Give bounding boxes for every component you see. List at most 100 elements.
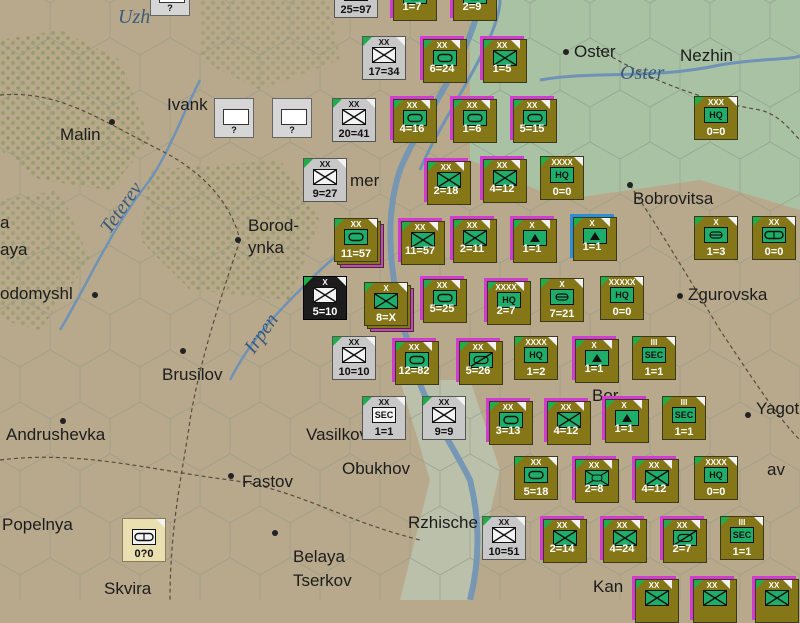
city-a[interactable]: a bbox=[0, 214, 9, 232]
unit-counter[interactable]: X 1=1 bbox=[572, 336, 619, 383]
unit-counter[interactable]: X 5=10 bbox=[303, 276, 347, 320]
unknown-unit-counter[interactable]: ? bbox=[214, 98, 254, 138]
unit-counter[interactable]: X 1=1 bbox=[602, 396, 649, 443]
city-rzhische[interactable]: Rzhische bbox=[408, 514, 478, 532]
unit-counter[interactable]: 0?0 bbox=[122, 518, 166, 562]
city-vasilkov[interactable]: Vasilkov bbox=[306, 426, 368, 444]
unit-strength: 1=1 bbox=[374, 426, 394, 438]
unit-size: XX bbox=[408, 343, 420, 352]
city-zgurovska[interactable]: Zgurovska bbox=[688, 286, 767, 304]
city-belaya-tserkov[interactable]: Belaya Tserkov bbox=[293, 545, 352, 593]
unit-counter[interactable]: X 7=21 bbox=[540, 278, 584, 322]
unit-size: XX bbox=[498, 518, 510, 527]
unit-counter[interactable]: X 8=X bbox=[364, 282, 414, 332]
unit-type-icon bbox=[342, 347, 366, 363]
unit-counter[interactable]: XXXX HQ 0=0 bbox=[540, 156, 584, 200]
unit-counter[interactable]: XX 3=13 bbox=[486, 398, 533, 445]
unit-type-icon bbox=[492, 527, 516, 543]
unit-counter[interactable]: XX 5=26 bbox=[456, 338, 503, 385]
city-bobrovitsa[interactable]: Bobrovitsa bbox=[633, 190, 713, 208]
unit-size: XX bbox=[350, 220, 362, 229]
unit-counter[interactable]: XX 2=18 bbox=[424, 158, 471, 205]
unit-size: XX bbox=[440, 163, 452, 172]
unit-strength: 17=34 bbox=[368, 66, 400, 78]
unit-strength: 20=41 bbox=[338, 128, 370, 140]
unit-counter[interactable]: XX 4=12 bbox=[480, 156, 527, 203]
unit-strength: 1=5 bbox=[492, 63, 512, 75]
unit-counter[interactable]: XX 6=24 bbox=[420, 36, 467, 83]
unit-counter[interactable]: XX 11=57 bbox=[334, 218, 384, 268]
unit-counter[interactable]: XX 9=9 bbox=[422, 396, 466, 440]
unknown-unit-counter[interactable]: ? bbox=[150, 0, 190, 16]
unit-counter[interactable]: XX1=7 bbox=[390, 0, 437, 21]
unit-counter[interactable]: III SEC 1=1 bbox=[632, 336, 676, 380]
unit-counter[interactable]: XX 10=51 bbox=[482, 516, 526, 560]
unit-counter[interactable]: XX SEC 1=1 bbox=[362, 396, 406, 440]
river-label-oster: Oster bbox=[620, 62, 665, 84]
city-brusilov[interactable]: Brusilov bbox=[162, 366, 222, 384]
unit-counter[interactable]: XX25=97 bbox=[334, 0, 378, 18]
unit-strength: 11=57 bbox=[404, 245, 436, 257]
city-ivank[interactable]: Ivank bbox=[167, 96, 208, 114]
city-obukhov[interactable]: Obukhov bbox=[342, 460, 410, 478]
city-popelnya[interactable]: Popelnya bbox=[2, 516, 73, 534]
unit-counter[interactable]: XX 20=41 bbox=[332, 98, 376, 142]
unit-type-icon bbox=[703, 590, 727, 606]
unit-counter[interactable]: XX bbox=[690, 576, 737, 623]
city-oster[interactable]: Oster bbox=[574, 43, 616, 61]
unit-counter[interactable]: XX 11=57 bbox=[398, 218, 445, 265]
unit-counter[interactable]: XX 5=18 bbox=[514, 456, 558, 500]
unit-counter[interactable]: XX 12=82 bbox=[392, 338, 439, 385]
unit-counter[interactable]: XXXX HQ 0=0 bbox=[694, 456, 738, 500]
unit-counter[interactable]: XX 2=11 bbox=[450, 216, 497, 263]
unit-counter[interactable]: XX 4=24 bbox=[600, 516, 647, 563]
unit-counter[interactable]: XXXX HQ 2=7 bbox=[484, 278, 531, 325]
city-av[interactable]: av bbox=[767, 461, 785, 479]
unit-counter[interactable]: XX 2=14 bbox=[540, 516, 587, 563]
unit-size: XXXX bbox=[705, 458, 727, 467]
unit-type-icon: HQ bbox=[524, 347, 548, 363]
unit-counter[interactable]: XX 4=12 bbox=[544, 398, 591, 445]
city-aya[interactable]: aya bbox=[0, 241, 27, 259]
unit-counter[interactable]: XX 4=16 bbox=[390, 96, 437, 143]
unit-counter[interactable]: III SEC 1=1 bbox=[720, 516, 764, 560]
unit-counter[interactable]: XX bbox=[632, 576, 679, 623]
city-skvira[interactable]: Skvira bbox=[104, 580, 151, 598]
city-kan[interactable]: Kan bbox=[593, 578, 623, 596]
unit-counter[interactable]: XX 1=6 bbox=[450, 96, 497, 143]
city-nezhin[interactable]: Nezhin bbox=[680, 47, 733, 65]
unit-counter[interactable]: XXX HQ 0=0 bbox=[694, 96, 738, 140]
unit-size: XX bbox=[466, 221, 478, 230]
unit-counter[interactable]: XX 1=5 bbox=[480, 36, 527, 83]
unknown-unit-counter[interactable]: ? bbox=[272, 98, 312, 138]
unit-counter[interactable]: X 1=1 bbox=[570, 214, 617, 261]
city-odomyshl[interactable]: odomyshl bbox=[0, 285, 73, 303]
unit-counter[interactable]: III SEC 1=1 bbox=[662, 396, 706, 440]
unit-counter[interactable]: XX2=9 bbox=[450, 0, 497, 21]
unit-counter[interactable]: XX 2=8 bbox=[572, 456, 619, 503]
unit-counter[interactable]: XX 2=7 bbox=[660, 516, 707, 563]
city-yagot[interactable]: Yagot bbox=[756, 400, 799, 418]
city-andrushevka[interactable]: Andrushevka bbox=[6, 426, 105, 444]
unit-size: XX bbox=[378, 398, 390, 407]
unit-counter[interactable]: XX 4=12 bbox=[632, 456, 679, 503]
unit-counter[interactable]: X 1=3 bbox=[694, 216, 738, 260]
unit-counter[interactable]: XX bbox=[752, 576, 799, 623]
city-borodyanka[interactable]: Borod- ynka bbox=[248, 215, 299, 259]
city-malin[interactable]: Malin bbox=[60, 126, 101, 144]
unit-strength: ? bbox=[167, 3, 173, 13]
city-dot bbox=[745, 412, 751, 418]
unit-counter[interactable]: XX 5=15 bbox=[510, 96, 557, 143]
unit-counter[interactable]: XX 9=27 bbox=[303, 158, 347, 202]
unit-counter[interactable]: X 1=1 bbox=[510, 216, 557, 263]
unit-counter[interactable]: XX 10=10 bbox=[332, 336, 376, 380]
city-fastov[interactable]: Fastov bbox=[242, 473, 293, 491]
city-dot bbox=[677, 293, 683, 299]
unit-counter[interactable]: XX 5=25 bbox=[420, 276, 467, 323]
unit-counter[interactable]: XXXX HQ 1=2 bbox=[514, 336, 558, 380]
unit-size: X bbox=[591, 341, 597, 350]
unit-counter[interactable]: XX 0=0 bbox=[752, 216, 796, 260]
city-mer[interactable]: mer bbox=[350, 172, 379, 190]
unit-counter[interactable]: XXXXX HQ 0=0 bbox=[600, 276, 644, 320]
unit-counter[interactable]: XX 17=34 bbox=[362, 36, 406, 80]
